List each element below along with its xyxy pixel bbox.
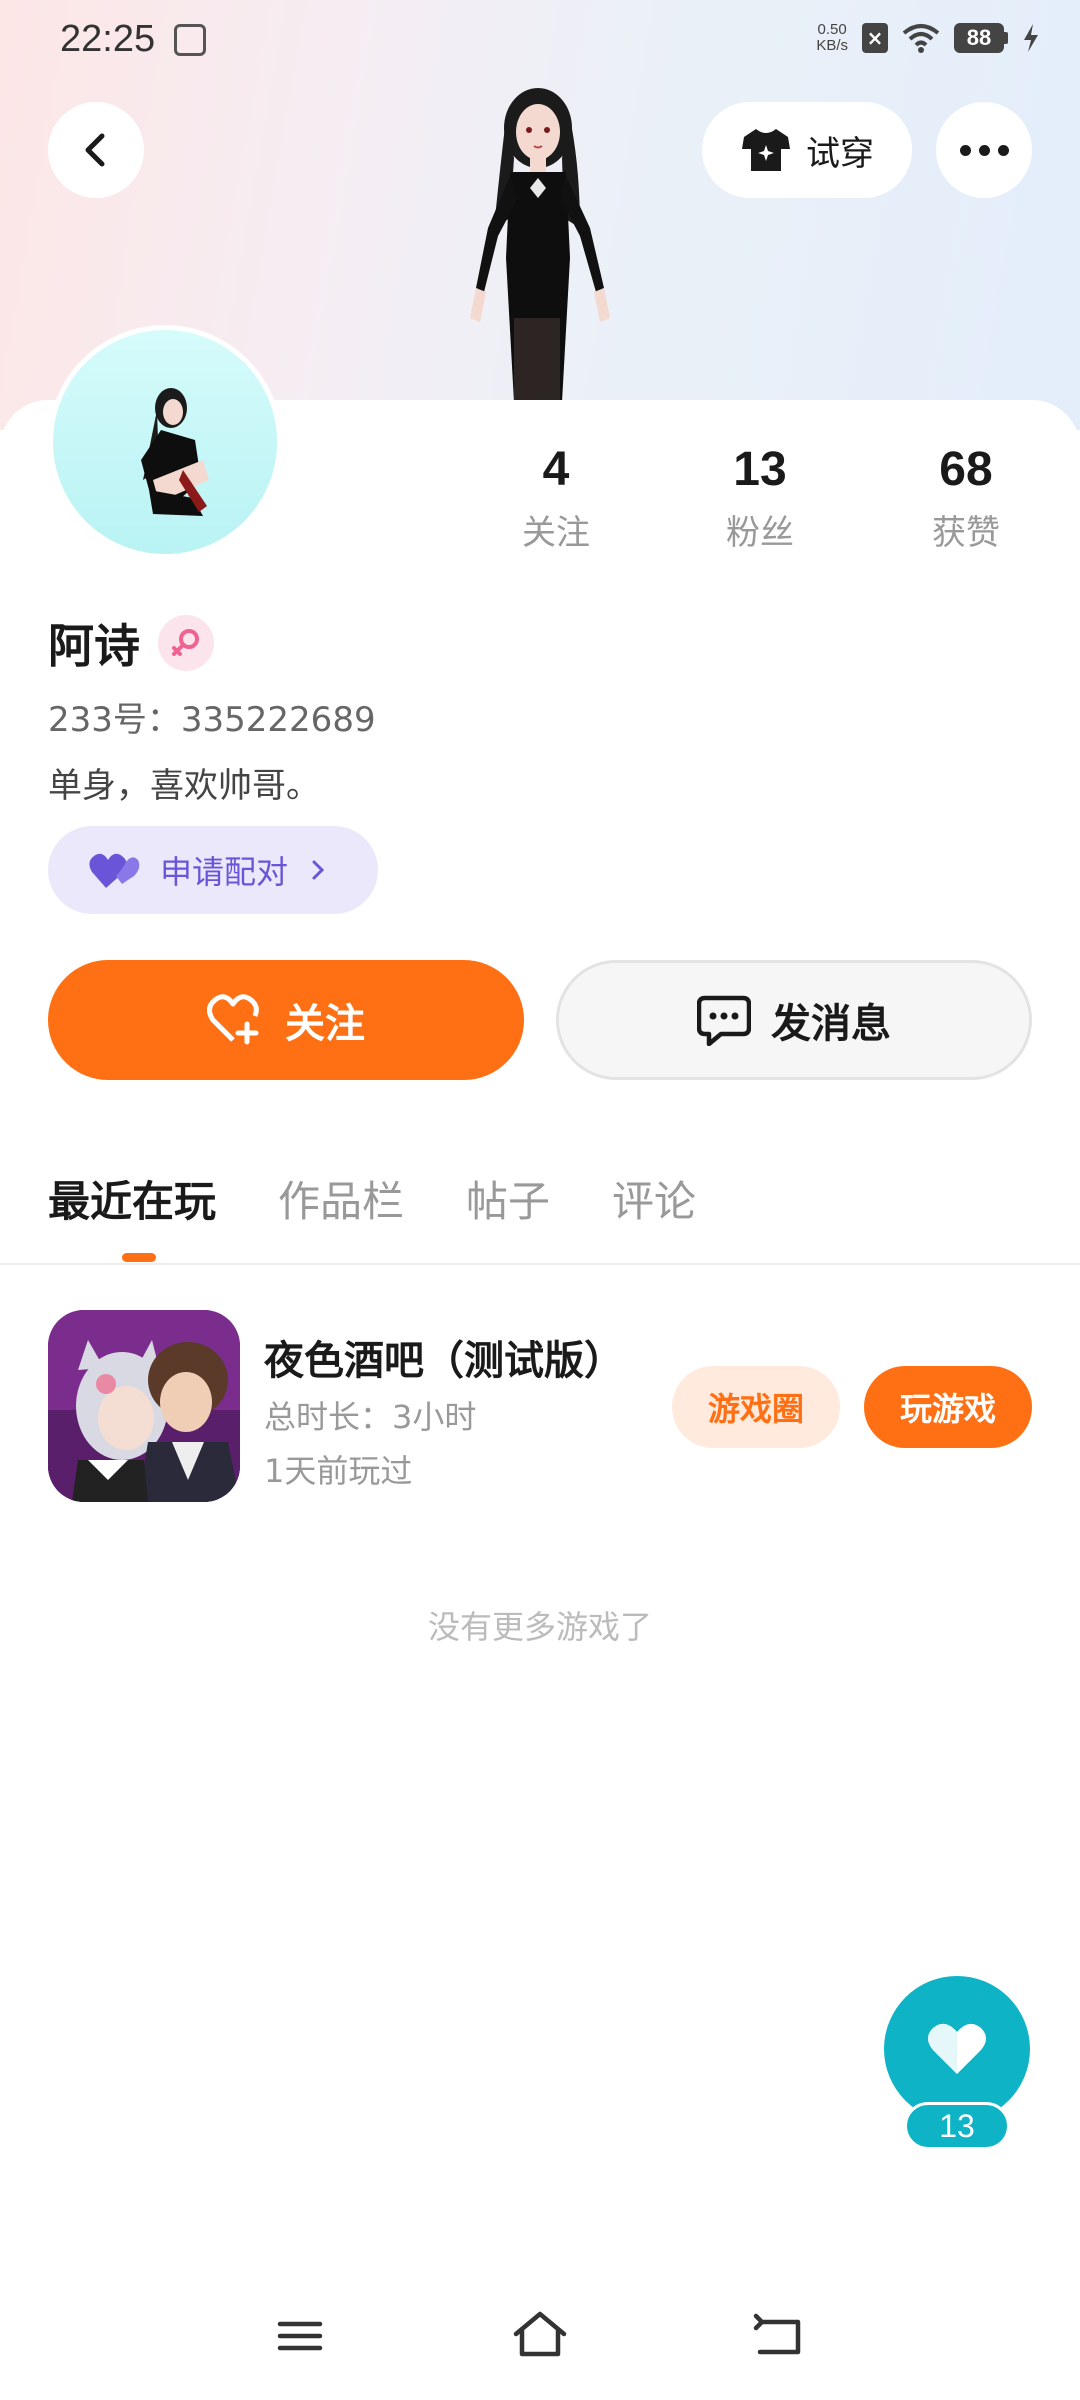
stat-value: 68 [939,443,993,496]
heart-icon [928,2023,986,2074]
system-nav-bar [0,2290,1080,2380]
game-duration: 总时长：3小时 [264,1398,477,1436]
chevron-right-icon [312,860,325,880]
send-message-button[interactable]: 发消息 [556,960,1032,1080]
pair-label: 申请配对 [160,853,289,891]
stat-value: 4 [542,443,570,496]
profile-tabs: 最近在玩 作品栏 帖子 评论 [48,1168,696,1229]
back-nav-icon[interactable] [750,2308,810,2362]
tab-comments[interactable]: 评论 [612,1168,696,1229]
stat-value: 13 [733,443,787,496]
divider [0,1263,1080,1265]
female-gender-icon [158,615,214,671]
heart-plus-icon [207,994,259,1045]
chevron-left-icon [85,133,105,167]
more-dot-icon [978,144,990,156]
avatar[interactable] [48,325,282,559]
status-time: 22:25 [60,18,156,60]
network-speed: 0.50 KB/s [816,21,848,54]
user-bio: 单身，喜欢帅哥。 [48,766,320,806]
list-item[interactable]: 夜色酒吧（测试版） 总时长：3小时 1天前玩过 游戏圈 玩游戏 [48,1310,1032,1504]
notification-app-icon [174,24,206,56]
avatar-3d-figure [470,88,610,402]
battery-icon: 88 [954,23,1008,53]
more-dot-icon [959,144,971,156]
hearts-icon [89,853,140,888]
stat-following[interactable]: 4 关注 [476,442,636,554]
user-id: 233号：335222689 [48,700,376,740]
tab-posts[interactable]: 帖子 [466,1168,550,1229]
no-more-games-text: 没有更多游戏了 [427,1608,652,1646]
home-icon[interactable] [510,2308,570,2362]
charging-icon [1024,24,1038,52]
back-button[interactable] [48,102,144,198]
tab-works[interactable]: 作品栏 [278,1168,404,1229]
follow-button[interactable]: 关注 [48,960,524,1080]
play-game-button[interactable]: 玩游戏 [864,1366,1032,1448]
more-dot-icon [997,144,1009,156]
more-options-button[interactable] [936,102,1032,198]
profile-name: 阿诗 [48,619,140,673]
active-tab-indicator [122,1253,156,1262]
tryon-label: 试穿 [806,133,874,174]
chat-bubble-icon [697,995,751,1046]
tab-recently-played[interactable]: 最近在玩 [48,1168,216,1229]
profile-name-row: 阿诗 [48,610,214,676]
tryon-button[interactable]: 试穿 [702,102,912,198]
message-label: 发消息 [771,1001,891,1047]
stat-likes[interactable]: 68 获赞 [886,442,1046,554]
stat-followers[interactable]: 13 粉丝 [680,442,840,554]
game-last-played: 1天前玩过 [264,1452,413,1490]
menu-icon[interactable] [270,2308,330,2362]
follow-label: 关注 [285,1001,365,1047]
tshirt-icon [742,129,790,171]
apply-pair-button[interactable]: 申请配对 [48,826,378,914]
status-bar: 22:25 0.50 KB/s × 88 [0,0,1080,84]
game-title: 夜色酒吧（测试版） [264,1338,624,1384]
game-icon[interactable] [48,1310,240,1502]
like-count: 13 [904,2102,1010,2150]
stat-label: 关注 [522,513,590,553]
stat-label: 获赞 [932,513,1000,553]
no-sim-icon: × [862,23,888,53]
like-button[interactable] [884,1976,1030,2122]
wifi-icon [902,24,940,53]
game-circle-button[interactable]: 游戏圈 [672,1366,840,1448]
stat-label: 粉丝 [726,513,794,553]
